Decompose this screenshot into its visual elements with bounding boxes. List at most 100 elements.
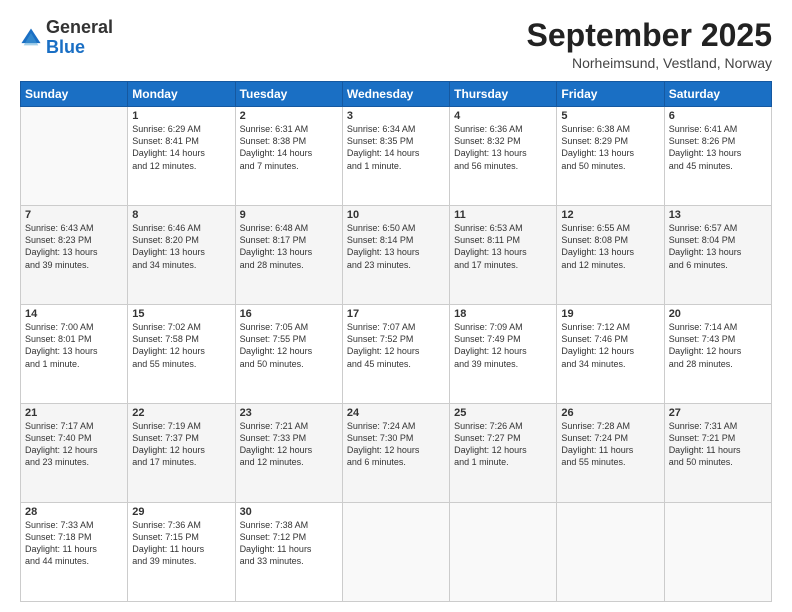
day-number: 30	[240, 506, 338, 518]
day-number: 8	[132, 209, 230, 221]
calendar-cell: 8Sunrise: 6:46 AM Sunset: 8:20 PM Daylig…	[128, 206, 235, 305]
calendar-cell: 5Sunrise: 6:38 AM Sunset: 8:29 PM Daylig…	[557, 107, 664, 206]
calendar-cell: 24Sunrise: 7:24 AM Sunset: 7:30 PM Dayli…	[342, 404, 449, 503]
cell-content: Sunrise: 7:33 AM Sunset: 7:18 PM Dayligh…	[25, 519, 123, 568]
location: Norheimsund, Vestland, Norway	[527, 55, 772, 71]
calendar-week-row: 28Sunrise: 7:33 AM Sunset: 7:18 PM Dayli…	[21, 503, 772, 602]
day-number: 27	[669, 407, 767, 419]
cell-content: Sunrise: 7:31 AM Sunset: 7:21 PM Dayligh…	[669, 420, 767, 469]
cell-content: Sunrise: 6:55 AM Sunset: 8:08 PM Dayligh…	[561, 222, 659, 271]
calendar-cell: 19Sunrise: 7:12 AM Sunset: 7:46 PM Dayli…	[557, 305, 664, 404]
logo-icon	[20, 27, 42, 49]
cell-content: Sunrise: 7:05 AM Sunset: 7:55 PM Dayligh…	[240, 321, 338, 370]
day-number: 2	[240, 110, 338, 122]
day-number: 26	[561, 407, 659, 419]
calendar-cell	[664, 503, 771, 602]
day-number: 4	[454, 110, 552, 122]
calendar-week-row: 7Sunrise: 6:43 AM Sunset: 8:23 PM Daylig…	[21, 206, 772, 305]
cell-content: Sunrise: 6:48 AM Sunset: 8:17 PM Dayligh…	[240, 222, 338, 271]
calendar-cell	[557, 503, 664, 602]
day-number: 17	[347, 308, 445, 320]
calendar-cell	[450, 503, 557, 602]
cell-content: Sunrise: 7:02 AM Sunset: 7:58 PM Dayligh…	[132, 321, 230, 370]
logo-general: General	[46, 17, 113, 37]
day-number: 1	[132, 110, 230, 122]
day-number: 24	[347, 407, 445, 419]
cell-content: Sunrise: 7:24 AM Sunset: 7:30 PM Dayligh…	[347, 420, 445, 469]
day-number: 5	[561, 110, 659, 122]
day-number: 20	[669, 308, 767, 320]
day-number: 15	[132, 308, 230, 320]
calendar-cell: 13Sunrise: 6:57 AM Sunset: 8:04 PM Dayli…	[664, 206, 771, 305]
cell-content: Sunrise: 7:00 AM Sunset: 8:01 PM Dayligh…	[25, 321, 123, 370]
day-number: 7	[25, 209, 123, 221]
calendar-cell: 15Sunrise: 7:02 AM Sunset: 7:58 PM Dayli…	[128, 305, 235, 404]
day-number: 6	[669, 110, 767, 122]
cell-content: Sunrise: 6:46 AM Sunset: 8:20 PM Dayligh…	[132, 222, 230, 271]
day-number: 3	[347, 110, 445, 122]
day-number: 14	[25, 308, 123, 320]
calendar-cell: 16Sunrise: 7:05 AM Sunset: 7:55 PM Dayli…	[235, 305, 342, 404]
cell-content: Sunrise: 6:29 AM Sunset: 8:41 PM Dayligh…	[132, 123, 230, 172]
day-number: 11	[454, 209, 552, 221]
day-number: 16	[240, 308, 338, 320]
calendar-day-header: Sunday	[21, 82, 128, 107]
calendar-day-header: Wednesday	[342, 82, 449, 107]
cell-content: Sunrise: 6:34 AM Sunset: 8:35 PM Dayligh…	[347, 123, 445, 172]
calendar-cell: 25Sunrise: 7:26 AM Sunset: 7:27 PM Dayli…	[450, 404, 557, 503]
calendar-cell: 29Sunrise: 7:36 AM Sunset: 7:15 PM Dayli…	[128, 503, 235, 602]
calendar-cell: 9Sunrise: 6:48 AM Sunset: 8:17 PM Daylig…	[235, 206, 342, 305]
calendar-cell: 18Sunrise: 7:09 AM Sunset: 7:49 PM Dayli…	[450, 305, 557, 404]
calendar-cell: 6Sunrise: 6:41 AM Sunset: 8:26 PM Daylig…	[664, 107, 771, 206]
page: General Blue September 2025 Norheimsund,…	[0, 0, 792, 612]
calendar-cell: 12Sunrise: 6:55 AM Sunset: 8:08 PM Dayli…	[557, 206, 664, 305]
cell-content: Sunrise: 7:36 AM Sunset: 7:15 PM Dayligh…	[132, 519, 230, 568]
day-number: 21	[25, 407, 123, 419]
logo: General Blue	[20, 18, 113, 58]
calendar-cell: 14Sunrise: 7:00 AM Sunset: 8:01 PM Dayli…	[21, 305, 128, 404]
cell-content: Sunrise: 6:43 AM Sunset: 8:23 PM Dayligh…	[25, 222, 123, 271]
day-number: 18	[454, 308, 552, 320]
calendar-day-header: Monday	[128, 82, 235, 107]
calendar-day-header: Thursday	[450, 82, 557, 107]
calendar-cell: 10Sunrise: 6:50 AM Sunset: 8:14 PM Dayli…	[342, 206, 449, 305]
header: General Blue September 2025 Norheimsund,…	[20, 18, 772, 71]
cell-content: Sunrise: 7:28 AM Sunset: 7:24 PM Dayligh…	[561, 420, 659, 469]
logo-blue: Blue	[46, 37, 85, 57]
calendar-day-header: Tuesday	[235, 82, 342, 107]
cell-content: Sunrise: 7:19 AM Sunset: 7:37 PM Dayligh…	[132, 420, 230, 469]
day-number: 12	[561, 209, 659, 221]
day-number: 9	[240, 209, 338, 221]
calendar-cell: 4Sunrise: 6:36 AM Sunset: 8:32 PM Daylig…	[450, 107, 557, 206]
calendar-cell: 3Sunrise: 6:34 AM Sunset: 8:35 PM Daylig…	[342, 107, 449, 206]
cell-content: Sunrise: 6:50 AM Sunset: 8:14 PM Dayligh…	[347, 222, 445, 271]
calendar-cell: 20Sunrise: 7:14 AM Sunset: 7:43 PM Dayli…	[664, 305, 771, 404]
logo-text: General Blue	[46, 18, 113, 58]
cell-content: Sunrise: 7:14 AM Sunset: 7:43 PM Dayligh…	[669, 321, 767, 370]
cell-content: Sunrise: 6:57 AM Sunset: 8:04 PM Dayligh…	[669, 222, 767, 271]
cell-content: Sunrise: 7:38 AM Sunset: 7:12 PM Dayligh…	[240, 519, 338, 568]
calendar-cell: 2Sunrise: 6:31 AM Sunset: 8:38 PM Daylig…	[235, 107, 342, 206]
calendar-week-row: 14Sunrise: 7:00 AM Sunset: 8:01 PM Dayli…	[21, 305, 772, 404]
cell-content: Sunrise: 6:31 AM Sunset: 8:38 PM Dayligh…	[240, 123, 338, 172]
day-number: 13	[669, 209, 767, 221]
calendar-day-header: Saturday	[664, 82, 771, 107]
day-number: 29	[132, 506, 230, 518]
calendar-cell: 1Sunrise: 6:29 AM Sunset: 8:41 PM Daylig…	[128, 107, 235, 206]
calendar-week-row: 1Sunrise: 6:29 AM Sunset: 8:41 PM Daylig…	[21, 107, 772, 206]
day-number: 10	[347, 209, 445, 221]
calendar-cell: 22Sunrise: 7:19 AM Sunset: 7:37 PM Dayli…	[128, 404, 235, 503]
calendar-cell: 30Sunrise: 7:38 AM Sunset: 7:12 PM Dayli…	[235, 503, 342, 602]
day-number: 23	[240, 407, 338, 419]
calendar-day-header: Friday	[557, 82, 664, 107]
day-number: 25	[454, 407, 552, 419]
calendar-week-row: 21Sunrise: 7:17 AM Sunset: 7:40 PM Dayli…	[21, 404, 772, 503]
month-title: September 2025	[527, 18, 772, 53]
cell-content: Sunrise: 6:53 AM Sunset: 8:11 PM Dayligh…	[454, 222, 552, 271]
day-number: 19	[561, 308, 659, 320]
cell-content: Sunrise: 7:26 AM Sunset: 7:27 PM Dayligh…	[454, 420, 552, 469]
calendar-cell: 28Sunrise: 7:33 AM Sunset: 7:18 PM Dayli…	[21, 503, 128, 602]
day-number: 28	[25, 506, 123, 518]
calendar-cell: 17Sunrise: 7:07 AM Sunset: 7:52 PM Dayli…	[342, 305, 449, 404]
calendar: SundayMondayTuesdayWednesdayThursdayFrid…	[20, 81, 772, 602]
